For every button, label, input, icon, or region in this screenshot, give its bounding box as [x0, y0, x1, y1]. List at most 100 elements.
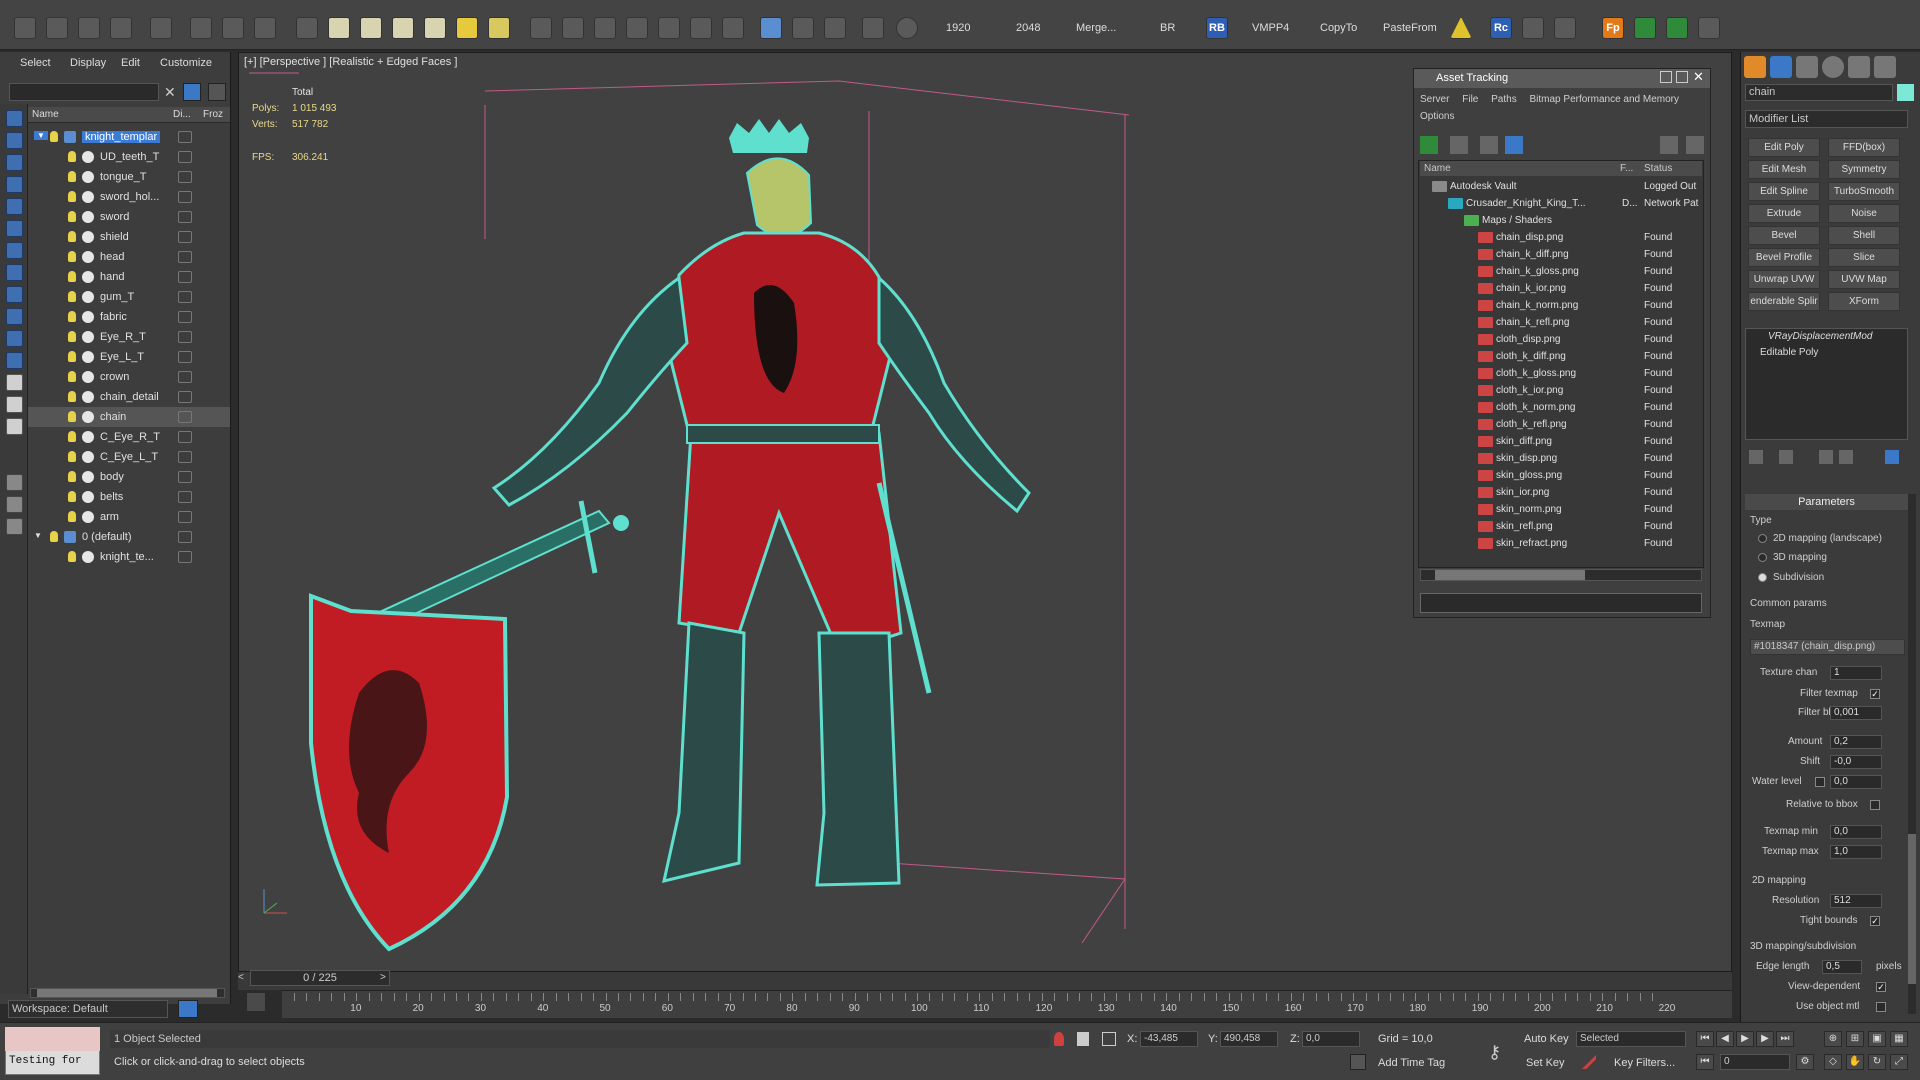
freeze-toggle-icon[interactable]: [178, 131, 192, 143]
x-coordinate[interactable]: -43,485: [1140, 1031, 1198, 1047]
asset-col-name[interactable]: Name: [1424, 163, 1451, 174]
freeze-toggle-icon[interactable]: [178, 551, 192, 563]
modifier-button[interactable]: Bevel: [1748, 226, 1820, 245]
layers-icon[interactable]: [862, 17, 884, 39]
visibility-bulb-icon[interactable]: [68, 491, 76, 502]
modifier-button[interactable]: enderable Splir: [1748, 292, 1820, 311]
freeze-toggle-icon[interactable]: [178, 511, 192, 523]
modifier-button[interactable]: TurboSmooth: [1828, 182, 1900, 201]
prev-frame-arrow-icon[interactable]: <: [238, 972, 250, 988]
array-icon[interactable]: [530, 17, 552, 39]
box-primitive-icon[interactable]: [296, 17, 318, 39]
key-filters-button[interactable]: Key Filters...: [1614, 1057, 1675, 1069]
bind-space-warp-icon[interactable]: [150, 17, 172, 39]
maximize-viewport-icon[interactable]: ⤢: [1890, 1054, 1908, 1070]
add-time-tag[interactable]: Add Time Tag: [1378, 1057, 1445, 1069]
grass-icon[interactable]: [658, 17, 680, 39]
toolbar-br[interactable]: BR: [1160, 22, 1175, 34]
time-config-icon[interactable]: ⚙: [1796, 1054, 1814, 1070]
sphere-primitive-icon[interactable]: [328, 17, 350, 39]
freeze-toggle-icon[interactable]: [178, 311, 192, 323]
visibility-bulb-icon[interactable]: [68, 171, 76, 182]
asset-row[interactable]: Maps / Shaders: [1420, 212, 1702, 229]
scene-tree-row[interactable]: Eye_R_T: [28, 327, 230, 347]
modifier-button[interactable]: Shell: [1828, 226, 1900, 245]
scene-tree-row[interactable]: ▼ knight_templar: [28, 127, 230, 147]
modifier-list-dropdown[interactable]: Modifier List: [1745, 110, 1908, 128]
visibility-bulb-icon[interactable]: [68, 251, 76, 262]
menu-display[interactable]: Display: [70, 57, 106, 69]
amount-input[interactable]: 0,2: [1830, 735, 1882, 749]
display-xrefs-icon[interactable]: [6, 286, 23, 303]
display-helpers-icon[interactable]: [6, 220, 23, 237]
column-display[interactable]: Di...: [173, 109, 191, 120]
proxy-icon[interactable]: [792, 17, 814, 39]
visibility-bulb-icon[interactable]: [68, 471, 76, 482]
help-icon[interactable]: [896, 17, 918, 39]
isolate-icon[interactable]: [1054, 1032, 1064, 1046]
scene-tree-row[interactable]: shield: [28, 227, 230, 247]
scatter-icon[interactable]: [1698, 17, 1720, 39]
scene-scrollbar[interactable]: [30, 988, 225, 998]
modifier-button[interactable]: Extrude: [1748, 204, 1820, 223]
auto-key-button[interactable]: Auto Key: [1524, 1033, 1569, 1045]
modifier-button[interactable]: FFD(box): [1828, 138, 1900, 157]
mirror-icon[interactable]: [594, 17, 616, 39]
transform-mode-icon[interactable]: [1102, 1032, 1116, 1046]
asset-row[interactable]: cloth_k_refl.png Found: [1420, 416, 1702, 433]
scene-tree-row[interactable]: chain_detail: [28, 387, 230, 407]
scene-tree-row[interactable]: sword_hol...: [28, 187, 230, 207]
asset-row[interactable]: chain_disp.png Found: [1420, 229, 1702, 246]
scene-tree-row[interactable]: ▼ 0 (default): [28, 527, 230, 547]
time-tag-icon[interactable]: [1350, 1054, 1366, 1070]
sync-selection-icon[interactable]: [6, 496, 23, 513]
scene-tree-row[interactable]: knight_te...: [28, 547, 230, 567]
asset-row[interactable]: skin_diff.png Found: [1420, 433, 1702, 450]
modifier-button[interactable]: Slice: [1828, 248, 1900, 267]
resolution-input[interactable]: 512: [1830, 894, 1882, 908]
scene-tree-row[interactable]: belts: [28, 487, 230, 507]
modifier-button[interactable]: Noise: [1828, 204, 1900, 223]
freeze-toggle-icon[interactable]: [178, 411, 192, 423]
freeze-toggle-icon[interactable]: [178, 471, 192, 483]
stack-item-displacement[interactable]: VRayDisplacementMod: [1746, 329, 1907, 345]
radio-2d-mapping[interactable]: [1758, 534, 1767, 543]
visibility-bulb-icon[interactable]: [68, 231, 76, 242]
asset-hscrollbar[interactable]: [1420, 569, 1702, 581]
asset-row[interactable]: cloth_k_ior.png Found: [1420, 382, 1702, 399]
current-frame-field[interactable]: 0: [1720, 1054, 1790, 1070]
freeze-toggle-icon[interactable]: [178, 231, 192, 243]
edge-length-input[interactable]: 0,5: [1822, 960, 1862, 974]
select-object-icon[interactable]: [190, 17, 212, 39]
key-mode-icon[interactable]: ⏮: [1696, 1054, 1714, 1070]
cone-primitive-icon[interactable]: [424, 17, 446, 39]
asset-row[interactable]: Crusader_Knight_King_T... D... Network Pat: [1420, 195, 1702, 212]
shift-input[interactable]: -0,0: [1830, 755, 1882, 769]
modifier-button[interactable]: Symmetry: [1828, 160, 1900, 179]
asset-settings-icon[interactable]: [1686, 136, 1704, 154]
redo-icon[interactable]: [46, 17, 68, 39]
asset-row[interactable]: chain_k_gloss.png Found: [1420, 263, 1702, 280]
scene-tree-row[interactable]: tongue_T: [28, 167, 230, 187]
menu-customize[interactable]: Customize: [160, 57, 212, 69]
asset-help-icon[interactable]: [1660, 136, 1678, 154]
material-sphere-icon[interactable]: [488, 17, 510, 39]
visibility-bulb-icon[interactable]: [68, 511, 76, 522]
display-spacewarps-icon[interactable]: [6, 242, 23, 259]
warning-icon[interactable]: [1450, 17, 1472, 39]
select-link-icon[interactable]: [78, 17, 100, 39]
snap-icon[interactable]: [562, 17, 584, 39]
filter-icon[interactable]: [183, 83, 201, 101]
maxscript-input[interactable]: [5, 1027, 100, 1051]
display-tab-icon[interactable]: [1848, 56, 1870, 78]
asset-row[interactable]: chain_k_refl.png Found: [1420, 314, 1702, 331]
scene-tree-row[interactable]: crown: [28, 367, 230, 387]
water-level-input[interactable]: 0,0: [1830, 775, 1882, 789]
scene-tree-row[interactable]: UD_teeth_T: [28, 147, 230, 167]
freeze-toggle-icon[interactable]: [178, 331, 192, 343]
asset-path-field[interactable]: [1420, 593, 1702, 613]
z-coordinate[interactable]: 0,0: [1302, 1031, 1360, 1047]
lock-cell-icon[interactable]: [6, 518, 23, 535]
fp-button[interactable]: Fp: [1602, 17, 1624, 39]
set-key-button[interactable]: Set Key: [1526, 1057, 1565, 1069]
